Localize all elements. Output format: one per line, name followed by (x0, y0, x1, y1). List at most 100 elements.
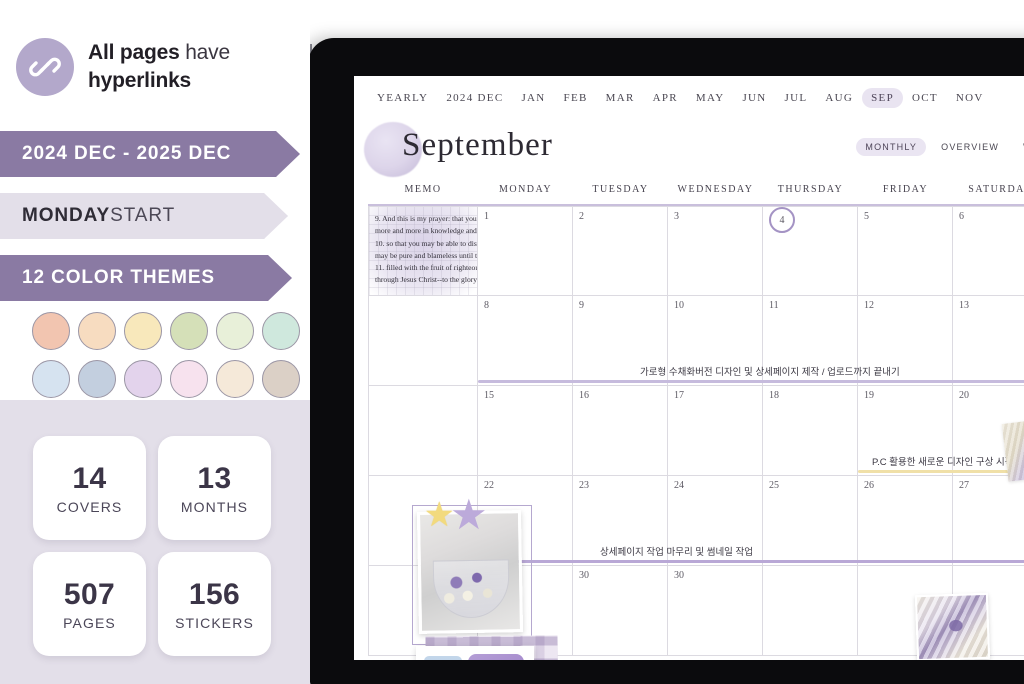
nav-tab-mar[interactable]: MAR (597, 88, 644, 108)
day-number: 11 (769, 300, 779, 311)
calendar-day-cell[interactable]: 6 (953, 207, 1024, 295)
day-number: 3 (674, 211, 679, 222)
color-swatch[interactable] (32, 312, 70, 350)
stat-number: 13 (197, 461, 232, 495)
ribbon-color-themes: 12 COLOR THEMES (0, 255, 292, 301)
view-tab-w1[interactable]: W1 (1014, 138, 1024, 156)
month-nav-tabs: YEARLY 2024 DEC JAN FEB MAR APR MAY JUN … (354, 85, 1024, 111)
stat-number: 156 (188, 577, 241, 611)
calendar-day-cell[interactable] (763, 566, 858, 655)
memo-line: 10. so that you may be able to discern w… (375, 238, 477, 248)
stat-card-pages: 507 PAGES (33, 552, 146, 656)
memo-text: 9. And this is my prayer: that your love… (375, 213, 478, 287)
color-swatch[interactable] (170, 312, 208, 350)
color-swatch[interactable] (262, 360, 300, 398)
stat-card-months: 13 MONTHS (158, 436, 271, 540)
stat-number: 14 (72, 461, 107, 495)
calendar-day-cell[interactable]: 17 (668, 386, 763, 475)
event-bar (478, 380, 1024, 383)
sticker-photo-outfit[interactable] (416, 646, 534, 660)
calendar-day-cell-today[interactable]: 4 (763, 207, 858, 295)
day-number: 6 (959, 211, 964, 222)
star-icon[interactable]: ★ (450, 494, 488, 536)
nav-tab-feb[interactable]: FEB (555, 88, 597, 108)
calendar-header-row: MEMO MONDAY TUESDAY WEDNESDAY THURSDAY F… (368, 184, 1024, 204)
calendar-day-cell[interactable]: 30 (668, 566, 763, 655)
memo-cell-empty[interactable] (368, 386, 478, 475)
color-swatch[interactable] (124, 360, 162, 398)
column-header-monday: MONDAY (498, 184, 553, 195)
calendar-day-cell[interactable]: 2 (573, 207, 668, 295)
ribbon-week-start-bold: MONDAY (22, 205, 111, 226)
color-swatch[interactable] (170, 360, 208, 398)
view-tab-overview[interactable]: OVERVIEW (932, 138, 1008, 156)
ribbon-color-themes-label: 12 COLOR THEMES (22, 267, 215, 288)
day-number: 24 (674, 480, 684, 491)
day-number: 15 (484, 390, 494, 401)
calendar-day-cell[interactable]: 27 (953, 476, 1024, 565)
color-swatch[interactable] (216, 312, 254, 350)
monthly-calendar: MEMO MONDAY TUESDAY WEDNESDAY THURSDAY F… (368, 184, 1024, 660)
column-header-thursday: THURSDAY (777, 184, 844, 195)
color-swatch[interactable] (32, 360, 70, 398)
color-swatch[interactable] (124, 312, 162, 350)
calendar-day-cell[interactable]: 13 (953, 296, 1024, 385)
tablet-device: YEARLY 2024 DEC JAN FEB MAR APR MAY JUN … (308, 38, 1024, 684)
stat-card-covers: 14 COVERS (33, 436, 146, 540)
color-swatch[interactable] (78, 312, 116, 350)
nav-tab-2024-dec[interactable]: 2024 DEC (437, 88, 512, 108)
event-bar (478, 560, 1024, 563)
color-swatch[interactable] (262, 312, 300, 350)
color-swatch[interactable] (78, 360, 116, 398)
link-icon (16, 38, 74, 96)
calendar-day-cell[interactable]: 8 (478, 296, 573, 385)
day-number: 18 (769, 390, 779, 401)
calendar-day-cell[interactable]: 5 (858, 207, 953, 295)
calendar-day-cell[interactable]: 18 (763, 386, 858, 475)
nav-tab-nov[interactable]: NOV (947, 88, 993, 108)
stat-label: MONTHS (180, 498, 249, 515)
stat-card-grid: 14 COVERS 13 MONTHS 507 PAGES 156 STICKE… (33, 436, 271, 656)
ribbon-date-range-label: 2024 DEC - 2025 DEC (22, 143, 232, 164)
memo-cell[interactable]: 9. And this is my prayer: that your love… (368, 207, 478, 295)
day-number: 5 (864, 211, 869, 222)
calendar-week-row: 9. And this is my prayer: that your love… (368, 206, 1024, 296)
calendar-day-cell[interactable]: 25 (763, 476, 858, 565)
calendar-day-cell[interactable]: 30 (573, 566, 668, 655)
nav-tab-jan[interactable]: JAN (512, 88, 554, 108)
nav-tab-yearly[interactable]: YEARLY (368, 88, 437, 108)
ribbon-week-start-light: START (110, 205, 176, 226)
nav-tab-sep[interactable]: SEP (862, 88, 903, 108)
day-number: 1 (484, 211, 489, 222)
calendar-day-cell[interactable]: 26 (858, 476, 953, 565)
memo-cell-empty[interactable] (368, 296, 478, 385)
calendar-day-cell[interactable]: 3 (668, 207, 763, 295)
day-number: 12 (864, 300, 874, 311)
nav-tab-jun[interactable]: JUN (733, 88, 775, 108)
nav-tab-apr[interactable]: APR (644, 88, 687, 108)
stat-label: PAGES (63, 614, 116, 631)
day-number: 30 (579, 570, 589, 581)
day-number: 23 (579, 480, 589, 491)
day-number: 20 (959, 390, 969, 401)
hero-bold: All pages (88, 41, 180, 65)
day-number: 25 (769, 480, 779, 491)
memo-line: more and more in knowledge and depth of … (375, 226, 477, 236)
stat-label: STICKERS (175, 614, 254, 631)
calendar-body: 9. And this is my prayer: that your love… (368, 206, 1024, 660)
calendar-day-cell[interactable]: 16 (573, 386, 668, 475)
view-tab-monthly[interactable]: MONTHLY (856, 138, 927, 156)
memo-line: 9. And this is my prayer: that your love… (375, 214, 478, 223)
nav-tab-jul[interactable]: JUL (776, 88, 817, 108)
color-swatch[interactable] (216, 360, 254, 398)
nav-tab-may[interactable]: MAY (687, 88, 734, 108)
nav-tab-oct[interactable]: OCT (903, 88, 947, 108)
calendar-day-cell[interactable]: 1 (478, 207, 573, 295)
calendar-day-cell[interactable]: 15 (478, 386, 573, 475)
sticker-photo-gift[interactable] (914, 592, 991, 660)
day-number: 22 (484, 480, 494, 491)
hero-normal: have (179, 41, 230, 65)
nav-tab-aug[interactable]: AUG (816, 88, 862, 108)
day-number: 16 (579, 390, 589, 401)
hero-text: All pages have hyperlinks (88, 39, 230, 94)
